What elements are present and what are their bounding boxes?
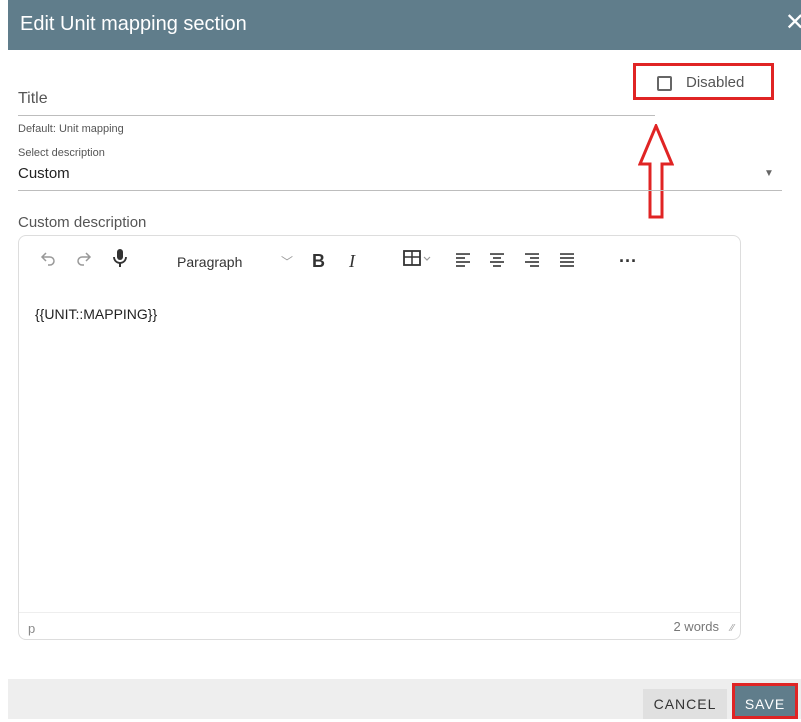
table-icon[interactable] — [403, 248, 433, 274]
microphone-icon[interactable] — [111, 248, 129, 274]
align-justify-icon[interactable] — [559, 248, 575, 274]
italic-icon[interactable]: I — [349, 248, 355, 274]
align-left-icon[interactable] — [455, 248, 471, 274]
editor-content[interactable]: {{UNIT::MAPPING}} — [35, 306, 157, 322]
title-hint: Default: Unit mapping — [18, 123, 124, 135]
bold-icon[interactable]: B — [312, 248, 325, 274]
description-select[interactable]: Custom — [18, 165, 70, 182]
resize-grip-icon[interactable]: ⁄⁄ — [731, 623, 734, 634]
more-icon[interactable]: ··· — [619, 248, 637, 274]
dialog-header: Edit Unit mapping section ✕ — [8, 0, 801, 50]
description-select-underline — [18, 190, 782, 191]
undo-icon[interactable] — [39, 248, 57, 274]
title-input[interactable] — [18, 115, 655, 116]
disabled-checkbox-label[interactable]: Disabled — [686, 74, 744, 91]
rich-text-editor[interactable]: Paragraph ﹀ B I ··· {{UNIT::MAPPING}} p … — [18, 235, 741, 640]
title-field-label: Title — [18, 90, 48, 107]
editor-toolbar: Paragraph ﹀ B I ··· — [19, 236, 740, 288]
custom-description-label: Custom description — [18, 214, 147, 231]
align-center-icon[interactable] — [489, 248, 505, 274]
dialog-title: Edit Unit mapping section — [20, 13, 247, 35]
disabled-checkbox[interactable] — [657, 76, 672, 91]
dropdown-caret-icon[interactable]: ▼ — [764, 168, 774, 179]
chevron-down-icon[interactable]: ﹀ — [281, 250, 293, 274]
align-right-icon[interactable] — [524, 248, 540, 274]
cancel-button[interactable]: CANCEL — [643, 689, 727, 719]
save-button[interactable]: SAVE — [732, 683, 798, 719]
close-icon[interactable]: ✕ — [785, 11, 801, 35]
editor-statusbar: p 2 words ⁄⁄ — [19, 612, 740, 639]
select-description-label: Select description — [18, 147, 105, 159]
redo-icon[interactable] — [75, 248, 93, 274]
word-count[interactable]: 2 words — [673, 619, 719, 634]
up-arrow-annotation — [638, 124, 674, 219]
block-format-dropdown[interactable]: Paragraph — [177, 250, 242, 274]
element-path[interactable]: p — [28, 621, 35, 636]
